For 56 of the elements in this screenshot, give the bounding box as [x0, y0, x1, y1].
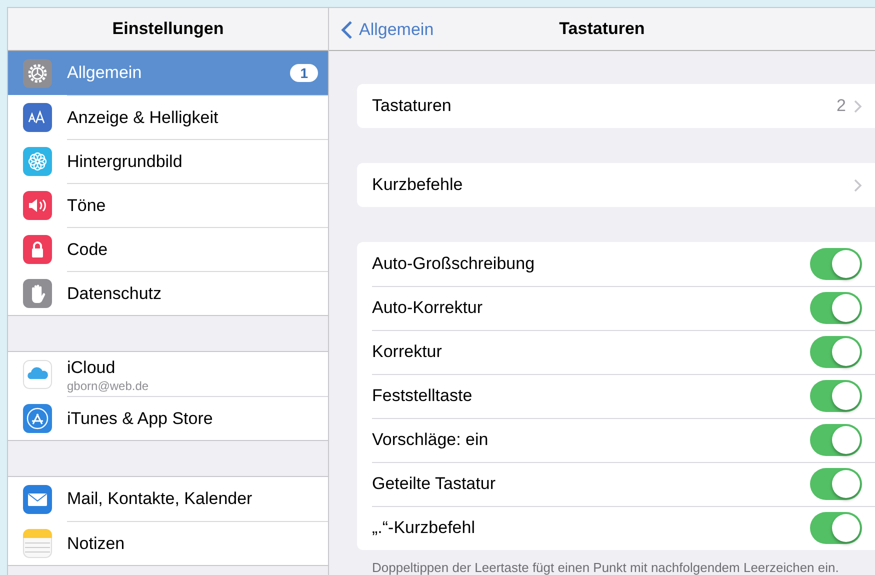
gear-icon [23, 58, 52, 88]
toggle-switch[interactable] [810, 336, 862, 368]
item-label: iCloud [67, 356, 116, 379]
footer-note: Doppeltippen der Leertaste fügt einen Punkt mit nachfolgendem Leerzeichen ein. [371, 559, 840, 575]
item-label: Mail, Kontakte, Kalender [67, 488, 254, 510]
hand-icon [23, 278, 52, 308]
notepad-icon [23, 528, 52, 558]
toggle-switch[interactable] [810, 380, 862, 412]
speaker-icon [23, 190, 52, 220]
back-button[interactable]: Allgemein [341, 8, 434, 51]
row-label: Geteilte Tastatur [372, 473, 496, 496]
row-value: 2 [836, 95, 846, 118]
toggle-switch[interactable] [810, 248, 862, 280]
sidebar-item[interactable]: Allgemein 1 [8, 51, 328, 95]
row-label: Korrektur [372, 341, 443, 364]
account-email: gborn@web.de [67, 380, 150, 394]
row-label: Vorschläge: ein [372, 429, 490, 452]
sidebar-item[interactable]: Notizen [8, 521, 328, 565]
sidebar-item[interactable]: Töne [8, 183, 328, 227]
item-label: Datenschutz [67, 282, 162, 305]
chevron-icon [854, 178, 862, 192]
sidebar-item[interactable]: iCloud gborn@web.de [8, 352, 328, 396]
lock-icon [23, 234, 52, 264]
back-chevron-icon [341, 20, 353, 40]
row-label: Auto-Korrektur [372, 297, 484, 320]
row-label: „.“-Kurzbefehl [372, 517, 476, 540]
sidebar-title: Einstellungen [8, 8, 328, 51]
item-label: Allgemein [67, 62, 142, 84]
settings-row[interactable]: Tastaturen 2 [357, 84, 875, 128]
sidebar-item[interactable]: Mail, Kontakte, Kalender [8, 477, 328, 521]
sidebar-item[interactable]: Datenschutz [8, 271, 328, 315]
sidebar-item[interactable]: Hintergrundbild [8, 139, 328, 183]
flower-icon [23, 146, 52, 176]
item-label: Hintergrundbild [67, 150, 184, 173]
envelope-icon [23, 484, 52, 514]
sidebar-item[interactable]: Anzeige & Helligkeit [8, 95, 328, 139]
sidebar-item[interactable]: Code [8, 227, 328, 271]
item-label: Code [67, 238, 109, 261]
settings-row[interactable]: Kurzbefehle [357, 163, 875, 207]
toggle-switch[interactable] [810, 512, 862, 544]
row-label: Auto-Großschreibung [372, 253, 536, 276]
page-title: Tastaturen [559, 18, 645, 40]
row-label: Feststelltaste [372, 385, 474, 408]
toggle-switch[interactable] [810, 292, 862, 324]
app-store-icon [23, 404, 52, 432]
text-size-icon [23, 102, 52, 132]
item-label: Notizen [67, 532, 126, 555]
item-label: Töne [67, 194, 107, 217]
toggle-switch[interactable] [810, 468, 862, 500]
count-badge: 1 [290, 64, 318, 82]
item-label: Anzeige & Helligkeit [67, 106, 220, 129]
cloud-icon [23, 360, 52, 388]
sidebar-item[interactable]: iTunes & App Store [8, 396, 328, 440]
toggle-switch[interactable] [810, 424, 862, 456]
item-label: iTunes & App Store [67, 408, 214, 430]
chevron-icon [854, 100, 862, 112]
